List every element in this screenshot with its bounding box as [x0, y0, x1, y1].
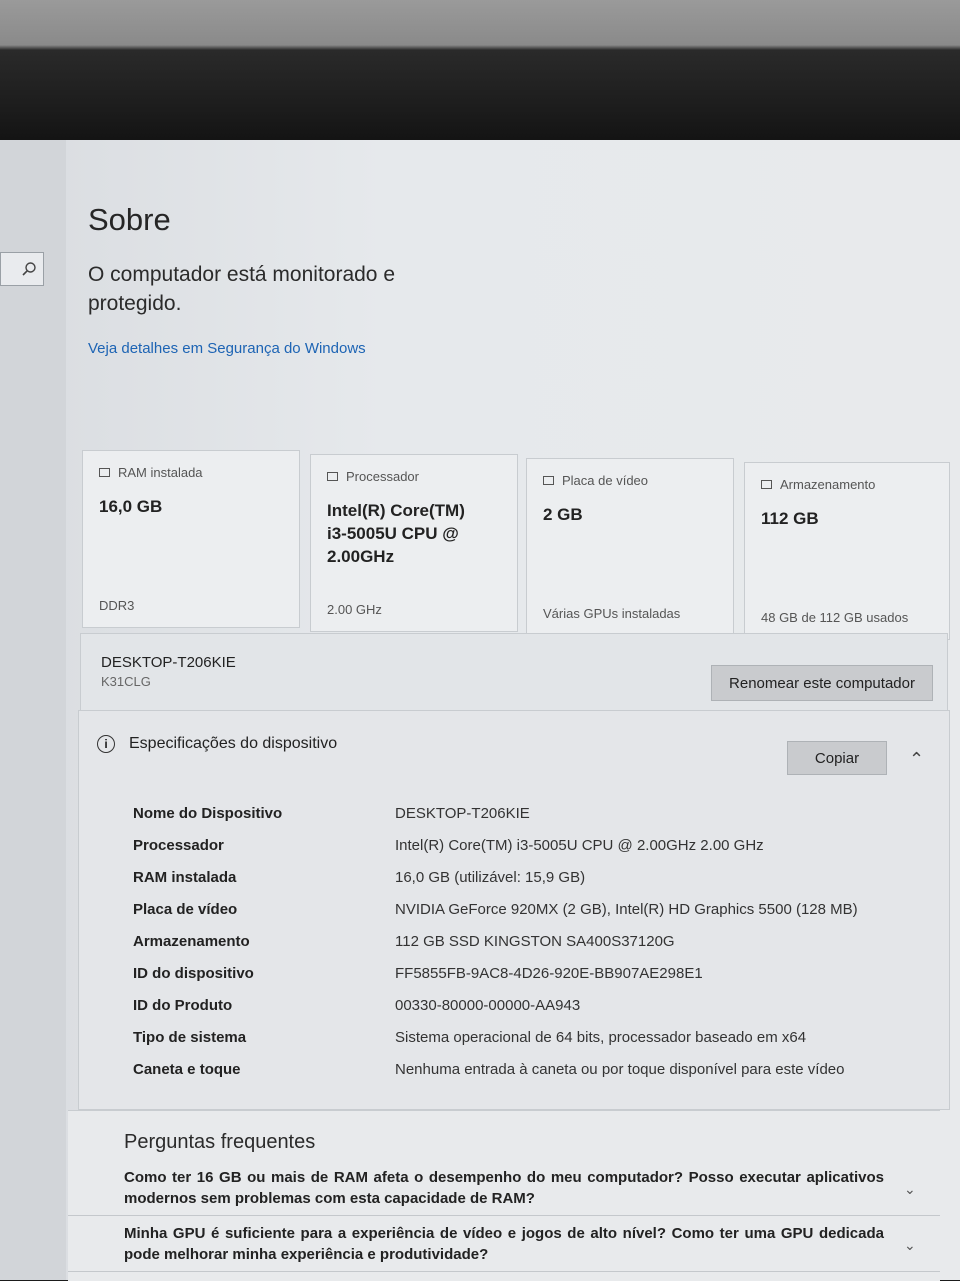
rename-computer-button[interactable]: Renomear este computador — [711, 665, 933, 701]
faq-question[interactable]: Minha GPU é suficiente para a experiênci… — [124, 1223, 884, 1265]
spec-value: FF5855FB-9AC8-4D26-920E-BB907AE298E1 — [395, 965, 703, 982]
spec-value: 00330-80000-00000-AA943 — [395, 997, 581, 1014]
processor-card-value: Intel(R) Core(TM) i3-5005U CPU @ 2.00GHz — [327, 501, 465, 566]
storage-card-value: 112 GB — [761, 509, 819, 528]
spec-row: Placa de vídeo NVIDIA GeForce 920MX (2 G… — [133, 901, 933, 923]
gpu-card-sub: Várias GPUs instaladas — [543, 606, 681, 621]
spec-row: Nome do Dispositivo DESKTOP-T206KIE — [133, 805, 933, 827]
spec-value: Nenhuma entrada à caneta ou por toque di… — [395, 1061, 845, 1078]
gpu-card-value: 2 GB — [543, 505, 583, 524]
spec-key: Processador — [133, 837, 224, 854]
computer-name: DESKTOP-T206KIE — [101, 654, 236, 671]
spec-key: ID do dispositivo — [133, 965, 254, 982]
computer-model: K31CLG — [101, 674, 151, 689]
storage-card-sub: 48 GB de 112 GB usados — [761, 610, 909, 625]
spec-row: ID do dispositivo FF5855FB-9AC8-4D26-920… — [133, 965, 933, 987]
device-specs-title: Especificações do dispositivo — [129, 735, 338, 752]
ram-card-label: RAM instalada — [118, 465, 203, 480]
spec-value: NVIDIA GeForce 920MX (2 GB), Intel(R) HD… — [395, 901, 858, 918]
spec-row: Processador Intel(R) Core(TM) i3-5005U C… — [133, 837, 933, 859]
chevron-down-icon[interactable]: ⌄ — [904, 1237, 916, 1254]
gpu-card: Placa de vídeo 2 GB Várias GPUs instalad… — [526, 458, 734, 636]
spec-value: 112 GB SSD KINGSTON SA400S37120G — [395, 933, 675, 950]
about-page: Sobre O computador está monitorado e pro… — [66, 140, 960, 1281]
spec-key: Nome do Dispositivo — [133, 805, 283, 822]
chevron-up-icon[interactable]: ⌃ — [909, 749, 924, 770]
monitor-bezel — [0, 0, 960, 150]
spec-value: 16,0 GB (utilizável: 15,9 GB) — [395, 869, 586, 886]
spec-key: Tipo de sistema — [133, 1029, 247, 1046]
security-details-link[interactable]: Veja detalhes em Segurança do Windows — [88, 340, 366, 357]
faq-title: Perguntas frequentes — [124, 1131, 316, 1153]
gpu-icon — [543, 476, 554, 485]
copy-button[interactable]: Copiar — [787, 741, 887, 775]
device-specs-header[interactable]: i Especificações do dispositivo — [97, 735, 337, 753]
processor-card: Processador Intel(R) Core(TM) i3-5005U C… — [310, 454, 518, 632]
computer-name-bar: DESKTOP-T206KIE K31CLG Renomear este com… — [80, 633, 948, 713]
spec-key: Caneta e toque — [133, 1061, 241, 1078]
storage-card: Armazenamento 112 GB 48 GB de 112 GB usa… — [744, 462, 950, 640]
processor-icon — [327, 472, 338, 481]
ram-card-sub: DDR3 — [99, 598, 135, 613]
spec-row: Tipo de sistema Sistema operacional de 6… — [133, 1029, 933, 1051]
processor-card-label: Processador — [346, 469, 419, 484]
divider — [68, 1215, 940, 1216]
processor-card-sub: 2.00 GHz — [327, 602, 382, 617]
protection-status: O computador está monitorado e protegido… — [88, 263, 396, 315]
ram-card: RAM instalada 16,0 GB DDR3 — [82, 450, 300, 628]
spec-row: ID do Produto 00330-80000-00000-AA943 — [133, 997, 933, 1019]
info-icon: i — [97, 735, 115, 753]
chevron-down-icon[interactable]: ⌄ — [904, 1181, 916, 1198]
faq-question[interactable]: Como ter 16 GB ou mais de RAM afeta o de… — [124, 1167, 884, 1209]
storage-card-label: Armazenamento — [780, 477, 876, 492]
search-button[interactable] — [0, 252, 44, 286]
search-icon — [22, 262, 36, 276]
spec-key: RAM instalada — [133, 869, 237, 886]
spec-value: Intel(R) Core(TM) i3-5005U CPU @ 2.00GHz… — [395, 837, 764, 854]
spec-key: ID do Produto — [133, 997, 233, 1014]
storage-icon — [761, 480, 772, 489]
spec-row: RAM instalada 16,0 GB (utilizável: 15,9 … — [133, 869, 933, 891]
spec-row: Caneta e toque Nenhuma entrada à caneta … — [133, 1061, 933, 1083]
ram-card-value: 16,0 GB — [99, 497, 163, 516]
faq-section: Perguntas frequentes Como ter 16 GB ou m… — [68, 1110, 940, 1281]
spec-value: Sistema operacional de 64 bits, processa… — [395, 1029, 807, 1046]
spec-value: DESKTOP-T206KIE — [395, 805, 530, 822]
spec-row: Armazenamento 112 GB SSD KINGSTON SA400S… — [133, 933, 933, 955]
page-title: Sobre — [88, 202, 171, 237]
spec-key: Placa de vídeo — [133, 901, 238, 918]
gpu-card-label: Placa de vídeo — [562, 473, 649, 488]
ram-icon — [99, 468, 110, 477]
spec-key: Armazenamento — [133, 933, 250, 950]
device-specs-panel: i Especificações do dispositivo Copiar ⌃… — [78, 710, 950, 1110]
settings-nav-pane — [0, 140, 66, 1280]
divider — [68, 1271, 940, 1272]
